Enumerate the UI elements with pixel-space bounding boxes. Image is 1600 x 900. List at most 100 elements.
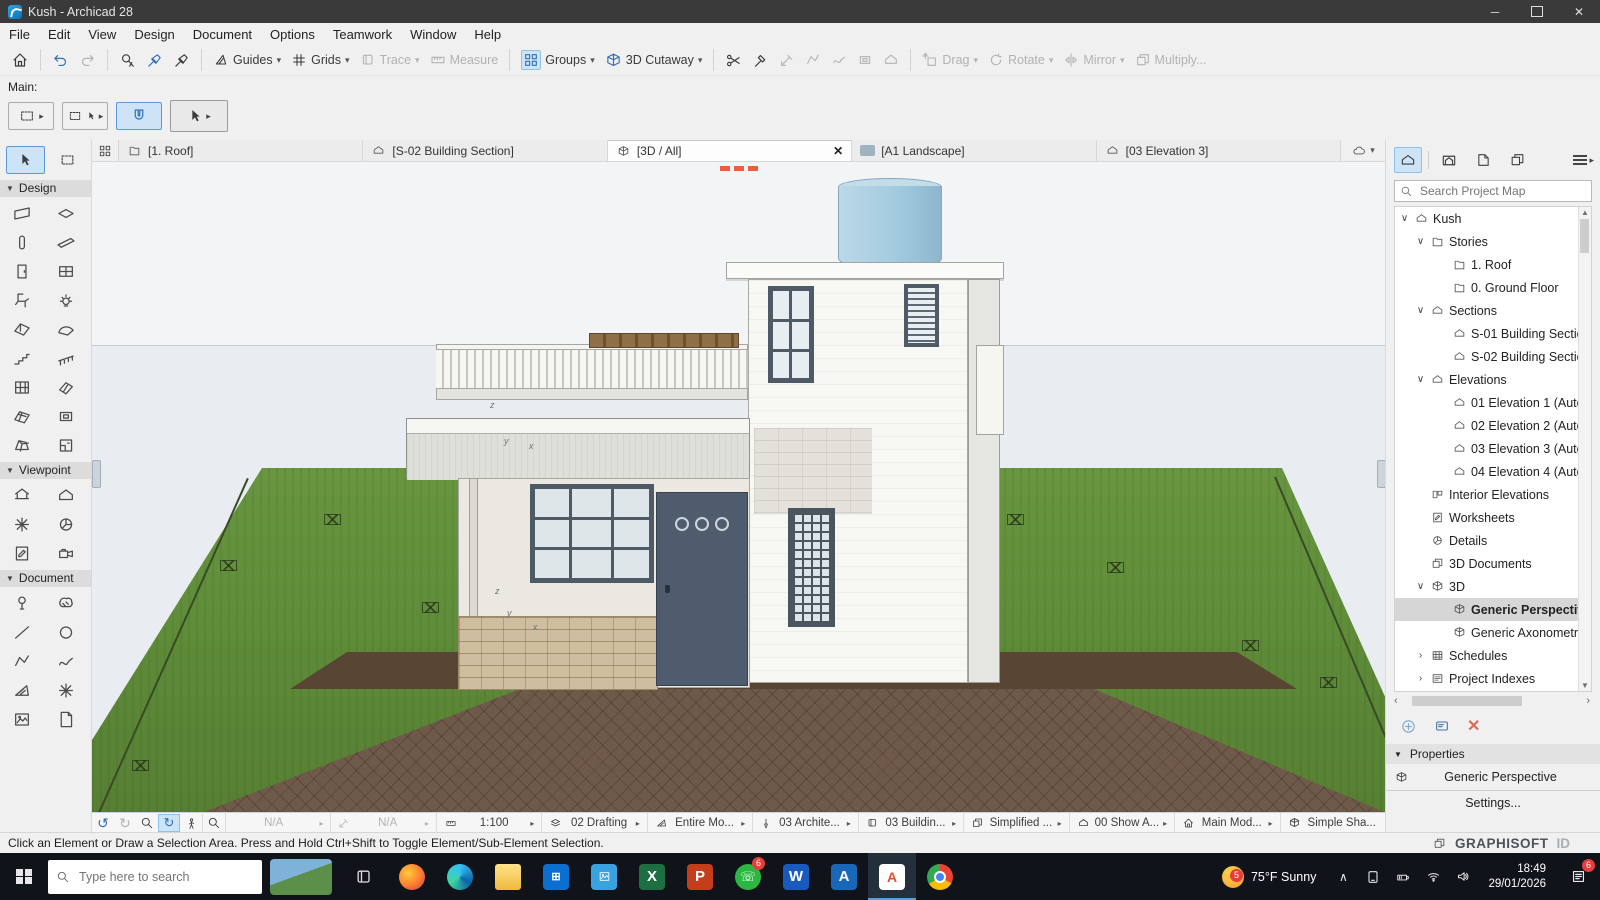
drag-button[interactable]: Drag▾: [917, 49, 983, 71]
menu-view[interactable]: View: [79, 25, 125, 44]
delete-icon[interactable]: ✕: [1467, 716, 1480, 736]
toolbox-section-viewpoint[interactable]: ▼Viewpoint: [0, 462, 91, 479]
pergola[interactable]: [589, 333, 739, 348]
slab-tool[interactable]: [45, 199, 87, 228]
toolbox-section-document[interactable]: ▼Document: [0, 570, 91, 587]
tab-roof[interactable]: [1. Roof]: [119, 140, 363, 161]
graphic-override-control[interactable]: Simplified ...▸: [963, 813, 1068, 833]
circle-tool[interactable]: [45, 618, 87, 647]
tree-horizontal-scrollbar[interactable]: ‹ ›: [1394, 694, 1592, 708]
select-area-tool-button[interactable]: ▸: [62, 102, 108, 130]
settings-button[interactable]: Settings...: [1386, 790, 1600, 815]
layout-book-icon[interactable]: [1469, 147, 1497, 173]
measure-button[interactable]: Measure: [425, 49, 504, 71]
search-input[interactable]: [1418, 183, 1586, 199]
project-map-search[interactable]: [1394, 180, 1592, 202]
orientation-control[interactable]: N/A▸: [330, 813, 435, 833]
tree-item-details[interactable]: Details: [1395, 529, 1591, 552]
tree-item-s02[interactable]: S-02 Building Sectio: [1395, 345, 1591, 368]
menu-help[interactable]: Help: [465, 25, 510, 44]
multiply-button[interactable]: Multiply...: [1130, 49, 1212, 71]
orbit-forward-icon[interactable]: ↻: [114, 814, 136, 832]
cutaway-button[interactable]: 3D Cutaway▾: [600, 49, 708, 72]
magnet-toggle-button[interactable]: [116, 102, 162, 130]
taskbar-app-store[interactable]: ⊞: [532, 853, 580, 900]
redo-button[interactable]: [74, 49, 101, 72]
image-tool[interactable]: [1, 705, 43, 734]
door-tool[interactable]: [1, 257, 43, 286]
curtain-wall-tool[interactable]: [1, 373, 43, 402]
camera-tool[interactable]: [45, 539, 87, 568]
hatch-tool[interactable]: [1, 676, 43, 705]
drawing-tool[interactable]: [45, 705, 87, 734]
water-tank[interactable]: [838, 186, 942, 264]
taskbar-search[interactable]: [48, 860, 262, 894]
tray-tablet-icon[interactable]: [1358, 869, 1388, 885]
grille-window[interactable]: [788, 508, 835, 627]
zoom-in-icon[interactable]: [136, 814, 158, 832]
floor-slab-fascia[interactable]: [406, 418, 750, 478]
taskbar-app-chrome[interactable]: [916, 853, 964, 900]
taskbar-app-photos[interactable]: [580, 853, 628, 900]
guides-button[interactable]: Guides▾: [208, 49, 286, 71]
tree-item-interior-elevations[interactable]: Interior Elevations: [1395, 483, 1591, 506]
intersect-button[interactable]: [800, 49, 826, 71]
worksheet-tool[interactable]: [1, 539, 43, 568]
terrace-balustrade[interactable]: [436, 344, 748, 400]
polyline-tool[interactable]: [1, 647, 43, 676]
taskbar-app-explorer[interactable]: [484, 853, 532, 900]
mesh-tool[interactable]: [1, 402, 43, 431]
viewport-3d[interactable]: z y x z y x: [92, 162, 1385, 812]
beam-tool[interactable]: [45, 228, 87, 257]
entry-door[interactable]: [656, 492, 748, 686]
add-viewpoint-icon[interactable]: [1400, 718, 1417, 735]
taskbar-app-firefox[interactable]: [388, 853, 436, 900]
ground-window[interactable]: [530, 484, 654, 583]
tree-item-project-indexes[interactable]: ›Project Indexes: [1395, 667, 1591, 690]
tower-side-wall[interactable]: [968, 279, 1000, 683]
lamp-tool[interactable]: [45, 286, 87, 315]
view-map-icon[interactable]: [1435, 147, 1463, 173]
mirror-button[interactable]: Mirror▾: [1058, 49, 1129, 71]
window-tool[interactable]: [45, 257, 87, 286]
home-button[interactable]: [6, 48, 34, 72]
tree-item-elevation-1[interactable]: 01 Elevation 1 (Auto: [1395, 391, 1591, 414]
fillet-button[interactable]: [826, 49, 852, 71]
search-highlight-widget[interactable]: [270, 859, 332, 895]
taskbar-app-autocad[interactable]: A: [820, 853, 868, 900]
tree-item-kush[interactable]: ∨Kush: [1395, 207, 1591, 230]
tray-battery-icon[interactable]: [1388, 870, 1418, 884]
menu-design[interactable]: Design: [125, 25, 183, 44]
scroll-left-icon[interactable]: ‹: [1394, 695, 1398, 707]
3d-style-control[interactable]: Simple Sha...: [1280, 813, 1385, 833]
shell-tool[interactable]: [45, 315, 87, 344]
section-tool[interactable]: [1, 481, 43, 510]
tray-chevron-icon[interactable]: ∧: [1328, 870, 1358, 884]
skylight-tool[interactable]: [45, 373, 87, 402]
fit-view-icon[interactable]: [202, 814, 225, 832]
menu-teamwork[interactable]: Teamwork: [324, 25, 401, 44]
groups-button[interactable]: Groups▾: [516, 47, 600, 73]
fill-tool[interactable]: [45, 589, 87, 618]
properties-header[interactable]: ▼Properties: [1386, 744, 1600, 764]
interior-elevation-tool[interactable]: [1, 510, 43, 539]
tree-item-schedules[interactable]: ›Schedules: [1395, 644, 1591, 667]
railing-tool[interactable]: [45, 344, 87, 373]
tree-item-3d-documents[interactable]: 3D Documents: [1395, 552, 1591, 575]
tree-item-s01[interactable]: S-01 Building Sectio: [1395, 322, 1591, 345]
tab-elevation-3[interactable]: [03 Elevation 3]: [1097, 140, 1341, 161]
stair-tool[interactable]: [1, 344, 43, 373]
menu-edit[interactable]: Edit: [39, 25, 79, 44]
louver-window[interactable]: [904, 284, 939, 347]
marquee-button[interactable]: [49, 146, 88, 174]
structure-display-control[interactable]: Entire Mo...▸: [647, 813, 752, 833]
tab-close-icon[interactable]: ✕: [833, 144, 843, 158]
tree-item-elevation-3[interactable]: 03 Elevation 3 (Auto: [1395, 437, 1591, 460]
resize-button[interactable]: [852, 49, 878, 71]
taskbar-app-archicad[interactable]: A: [868, 853, 916, 900]
graphisoft-id[interactable]: GRAPHISOFTID: [1432, 836, 1600, 851]
left-panel-collapse-handle[interactable]: [92, 460, 101, 488]
orbit-mode-icon[interactable]: ↻: [158, 814, 180, 832]
detail-tool[interactable]: [45, 510, 87, 539]
tab-building-section[interactable]: [S-02 Building Section]: [363, 140, 607, 161]
